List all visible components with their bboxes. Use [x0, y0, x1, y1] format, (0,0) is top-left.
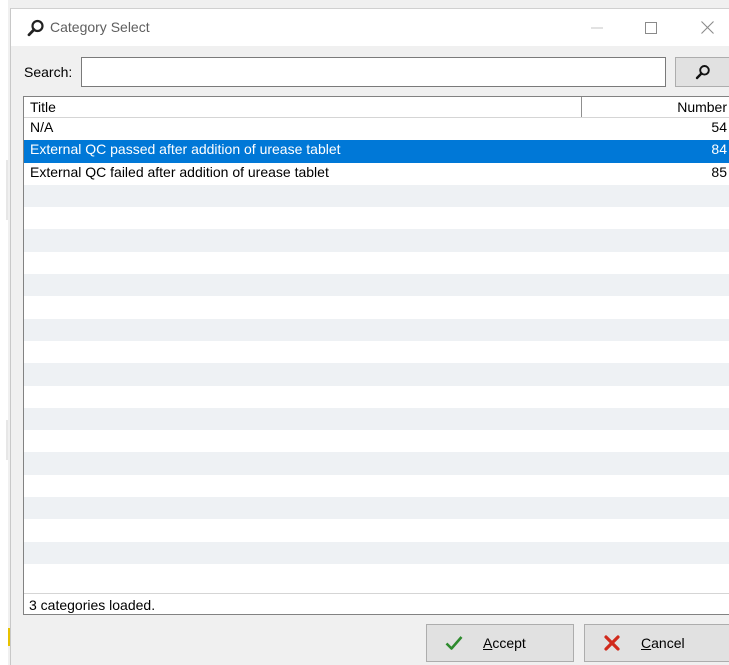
- empty-row: [24, 564, 729, 586]
- accept-button[interactable]: Accept: [426, 624, 574, 662]
- empty-row: [24, 207, 729, 229]
- empty-row: [24, 363, 729, 386]
- empty-row: [24, 430, 729, 452]
- row-title: N/A: [30, 119, 54, 135]
- search-input[interactable]: [81, 57, 666, 87]
- list-header: Title Number: [24, 97, 729, 118]
- row-title: External QC passed after addition of ure…: [30, 141, 341, 158]
- empty-row: [24, 184, 729, 208]
- close-button[interactable]: [684, 9, 729, 46]
- category-list[interactable]: Title Number N/A 54 External QC passed aft…: [23, 96, 729, 615]
- empty-row: [24, 497, 729, 520]
- list-rows: N/A 54 External QC passed after addition o…: [24, 118, 729, 586]
- empty-row: [24, 407, 729, 431]
- maximize-icon: [645, 21, 657, 34]
- status-text: 3 categories loaded.: [29, 597, 156, 613]
- empty-row: [24, 541, 729, 564]
- row-number: 85: [711, 163, 727, 180]
- empty-row: [24, 341, 729, 363]
- minimize-button[interactable]: [574, 9, 620, 46]
- category-select-dialog: Category Select Search: Title Number N/A…: [10, 8, 729, 665]
- column-header-number[interactable]: Number: [582, 97, 729, 117]
- search-label: Search:: [24, 64, 73, 80]
- column-header-title[interactable]: Title: [24, 97, 582, 117]
- empty-row: [24, 274, 729, 297]
- row-title: External QC failed after addition of ure…: [30, 163, 329, 180]
- empty-row: [24, 252, 729, 274]
- search-icon: [27, 19, 45, 37]
- close-icon: [700, 21, 714, 34]
- table-row[interactable]: External QC failed after addition of ure…: [24, 163, 729, 185]
- search-button[interactable]: [675, 57, 729, 87]
- search-icon: [695, 65, 710, 80]
- check-icon: [445, 634, 463, 652]
- cancel-label: Cancel: [641, 635, 685, 651]
- empty-row: [24, 318, 729, 341]
- empty-row: [24, 519, 729, 541]
- window-title: Category Select: [50, 19, 150, 35]
- cross-icon: [603, 634, 621, 652]
- table-row[interactable]: External QC passed after addition of ure…: [24, 140, 729, 163]
- title-bar[interactable]: Category Select: [11, 9, 729, 46]
- maximize-button[interactable]: [628, 9, 674, 46]
- accept-label: Accept: [483, 635, 526, 651]
- background-window-edge: [0, 0, 10, 665]
- row-number: 54: [711, 119, 727, 135]
- table-row[interactable]: N/A 54: [24, 118, 729, 140]
- empty-row: [24, 386, 729, 408]
- status-bar: 3 categories loaded.: [24, 593, 729, 614]
- minimize-icon: [591, 27, 603, 28]
- empty-row: [24, 475, 729, 497]
- row-number: 84: [711, 141, 727, 158]
- empty-row: [24, 296, 729, 318]
- empty-row: [24, 229, 729, 252]
- cancel-button[interactable]: Cancel: [584, 624, 729, 662]
- empty-row: [24, 452, 729, 475]
